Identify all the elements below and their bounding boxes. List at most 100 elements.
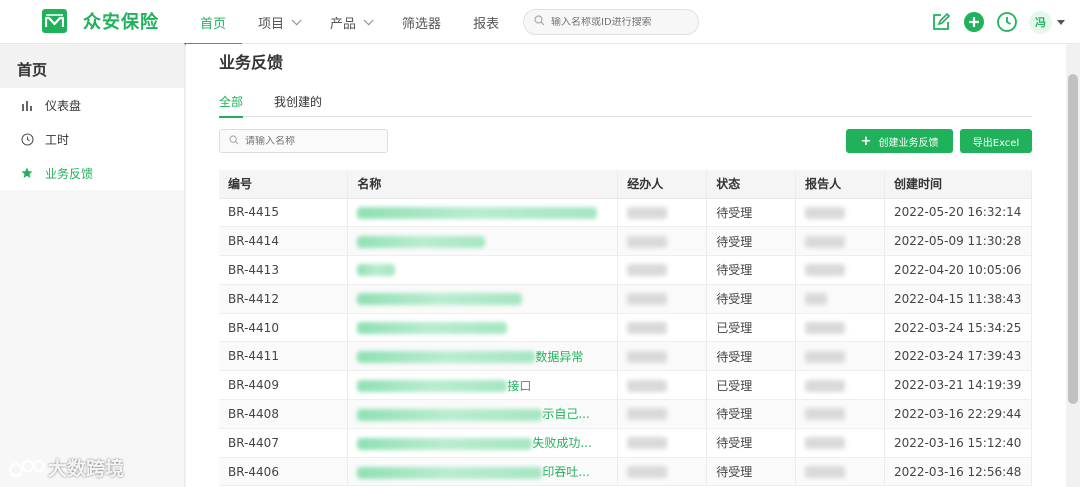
feedback-table: 编号 名称 经办人 状态 报告人 创建时间 BR-4415 待受理 2022-0… bbox=[219, 170, 1033, 487]
create-feedback-button[interactable]: + 创建业务反馈 bbox=[846, 129, 953, 153]
cell-name[interactable]: 失败成功... bbox=[347, 428, 619, 458]
cell-name[interactable] bbox=[347, 313, 619, 343]
sidebar-item-business-feedback[interactable]: 业务反馈 bbox=[0, 156, 184, 190]
table-row[interactable]: BR-4415 待受理 2022-05-20 16:32:14 bbox=[219, 198, 1033, 228]
redacted-assignee bbox=[627, 206, 668, 219]
global-search-input[interactable] bbox=[551, 16, 691, 28]
cell-assignee bbox=[617, 428, 708, 458]
redacted-assignee bbox=[627, 322, 668, 335]
column-header-reporter[interactable]: 报告人 bbox=[795, 170, 885, 199]
add-circle-icon[interactable] bbox=[963, 11, 985, 33]
edit-icon[interactable] bbox=[930, 11, 952, 33]
name-link[interactable]: 失败成功... bbox=[532, 436, 591, 450]
chevron-down-icon bbox=[291, 14, 302, 25]
cell-name[interactable]: 接口 bbox=[347, 370, 619, 401]
nav-label: 报表 bbox=[473, 16, 500, 32]
plus-icon: + bbox=[860, 133, 872, 149]
name-link[interactable]: 接口 bbox=[507, 379, 531, 393]
nav-label: 首页 bbox=[200, 16, 227, 32]
tab-created-by-me[interactable]: 我创建的 bbox=[274, 88, 322, 117]
cell-created: 2022-03-21 14:19:39 bbox=[884, 370, 1033, 401]
redacted-name bbox=[357, 206, 598, 219]
table-header-row: 编号 名称 经办人 状态 报告人 创建时间 bbox=[219, 170, 1033, 199]
logo[interactable]: 众安保险 bbox=[42, 9, 159, 33]
nav-item-filters[interactable]: 筛选器 bbox=[386, 0, 457, 44]
name-link[interactable]: 印吞吐... bbox=[542, 465, 589, 479]
cell-created: 2022-03-16 15:12:40 bbox=[884, 428, 1033, 458]
name-search-input[interactable] bbox=[245, 135, 375, 147]
table-row[interactable]: BR-4410 已受理 2022-03-24 15:34:25 bbox=[219, 313, 1033, 343]
cell-name[interactable]: 印吞吐... bbox=[347, 457, 619, 487]
page-title: 业务反馈 bbox=[219, 53, 284, 72]
cell-status: 已受理 bbox=[706, 370, 797, 401]
cell-name[interactable] bbox=[347, 284, 619, 314]
nav-item-reports[interactable]: 报表 bbox=[457, 0, 515, 44]
cell-name[interactable]: 示自己... bbox=[347, 399, 619, 429]
table-row[interactable]: BR-4414 待受理 2022-05-09 11:30:28 bbox=[219, 226, 1033, 257]
sidebar-item-dashboard[interactable]: 仪表盘 bbox=[0, 88, 184, 122]
watermark-logo-icon bbox=[9, 459, 45, 477]
table-row[interactable]: BR-4406 印吞吐... 待受理 2022-03-16 12:56:48 bbox=[219, 457, 1033, 487]
cell-created: 2022-04-15 11:38:43 bbox=[884, 284, 1033, 314]
cell-reporter bbox=[795, 226, 885, 257]
avatar[interactable]: 冯 bbox=[1029, 10, 1052, 34]
watermark-text: 大数跨境 bbox=[48, 458, 125, 480]
brand-name: 众安保险 bbox=[83, 12, 159, 33]
cell-id: BR-4408 bbox=[219, 399, 349, 429]
column-header-name[interactable]: 名称 bbox=[347, 170, 619, 199]
name-link[interactable]: 示自己... bbox=[542, 407, 589, 421]
global-search[interactable] bbox=[523, 9, 699, 35]
tab-all[interactable]: 全部 bbox=[219, 88, 244, 118]
clock-icon[interactable] bbox=[996, 11, 1018, 33]
redacted-reporter bbox=[805, 264, 846, 277]
table-row[interactable]: BR-4411 数据异常 待受理 2022-03-24 17:39:43 bbox=[219, 341, 1033, 372]
bar-chart-icon bbox=[20, 98, 34, 112]
nav-item-products[interactable]: 产品 bbox=[314, 0, 386, 44]
cell-name[interactable] bbox=[347, 255, 619, 285]
redacted-name bbox=[357, 322, 508, 335]
export-excel-button[interactable]: 导出Excel bbox=[960, 129, 1032, 153]
table-row[interactable]: BR-4413 待受理 2022-04-20 10:05:06 bbox=[219, 255, 1033, 285]
cell-status: 待受理 bbox=[706, 255, 797, 285]
redacted-name bbox=[357, 351, 536, 364]
table-row[interactable]: BR-4412 待受理 2022-04-15 11:38:43 bbox=[219, 284, 1033, 314]
cell-name[interactable]: 数据异常 bbox=[347, 341, 619, 372]
nav-item-projects[interactable]: 项目 bbox=[242, 0, 314, 44]
column-header-created[interactable]: 创建时间 bbox=[884, 170, 1033, 199]
name-link[interactable]: 数据异常 bbox=[535, 350, 583, 364]
redacted-name bbox=[357, 408, 543, 421]
redacted-reporter bbox=[805, 206, 846, 219]
cell-name[interactable] bbox=[347, 226, 619, 257]
cell-assignee bbox=[617, 255, 708, 285]
sidebar-item-label: 工时 bbox=[45, 132, 70, 147]
column-header-status[interactable]: 状态 bbox=[706, 170, 797, 199]
redacted-name bbox=[357, 235, 486, 248]
name-search[interactable] bbox=[219, 129, 388, 153]
watermark: 大数跨境 bbox=[8, 454, 124, 481]
header-actions: 冯 bbox=[930, 0, 1080, 44]
cell-assignee bbox=[617, 313, 708, 343]
sidebar-item-worktime[interactable]: 工时 bbox=[0, 122, 184, 156]
cell-name[interactable] bbox=[347, 198, 619, 228]
table-row[interactable]: BR-4407 失败成功... 待受理 2022-03-16 15:12:40 bbox=[219, 428, 1033, 458]
cell-created: 2022-05-09 11:30:28 bbox=[884, 226, 1033, 257]
cell-id: BR-4411 bbox=[219, 341, 349, 372]
nav-item-home[interactable]: 首页 bbox=[184, 0, 243, 45]
cell-created: 2022-03-16 12:56:48 bbox=[884, 457, 1033, 487]
column-header-assignee[interactable]: 经办人 bbox=[617, 170, 708, 199]
scrollbar-thumb[interactable] bbox=[1068, 74, 1078, 404]
column-header-id[interactable]: 编号 bbox=[219, 170, 349, 199]
redacted-assignee bbox=[627, 264, 668, 277]
cell-assignee bbox=[617, 284, 708, 314]
table-row[interactable]: BR-4409 接口 已受理 2022-03-21 14:19:39 bbox=[219, 370, 1033, 401]
redacted-reporter bbox=[805, 379, 846, 392]
scrollbar[interactable] bbox=[1066, 44, 1080, 487]
caret-down-icon[interactable] bbox=[1057, 19, 1065, 25]
table-row[interactable]: BR-4408 示自己... 待受理 2022-03-16 22:29:44 bbox=[219, 399, 1033, 429]
cell-status: 待受理 bbox=[706, 226, 797, 257]
sidebar-item-label: 业务反馈 bbox=[45, 166, 94, 181]
main-content: 业务反馈 全部 我创建的 + 创建业务反馈 导出Excel 编号 名称 经办人 … bbox=[186, 44, 1066, 487]
main-nav: 首页 项目 产品 筛选器 报表 bbox=[184, 0, 515, 45]
cell-assignee bbox=[617, 198, 708, 228]
cell-id: BR-4415 bbox=[219, 198, 349, 228]
